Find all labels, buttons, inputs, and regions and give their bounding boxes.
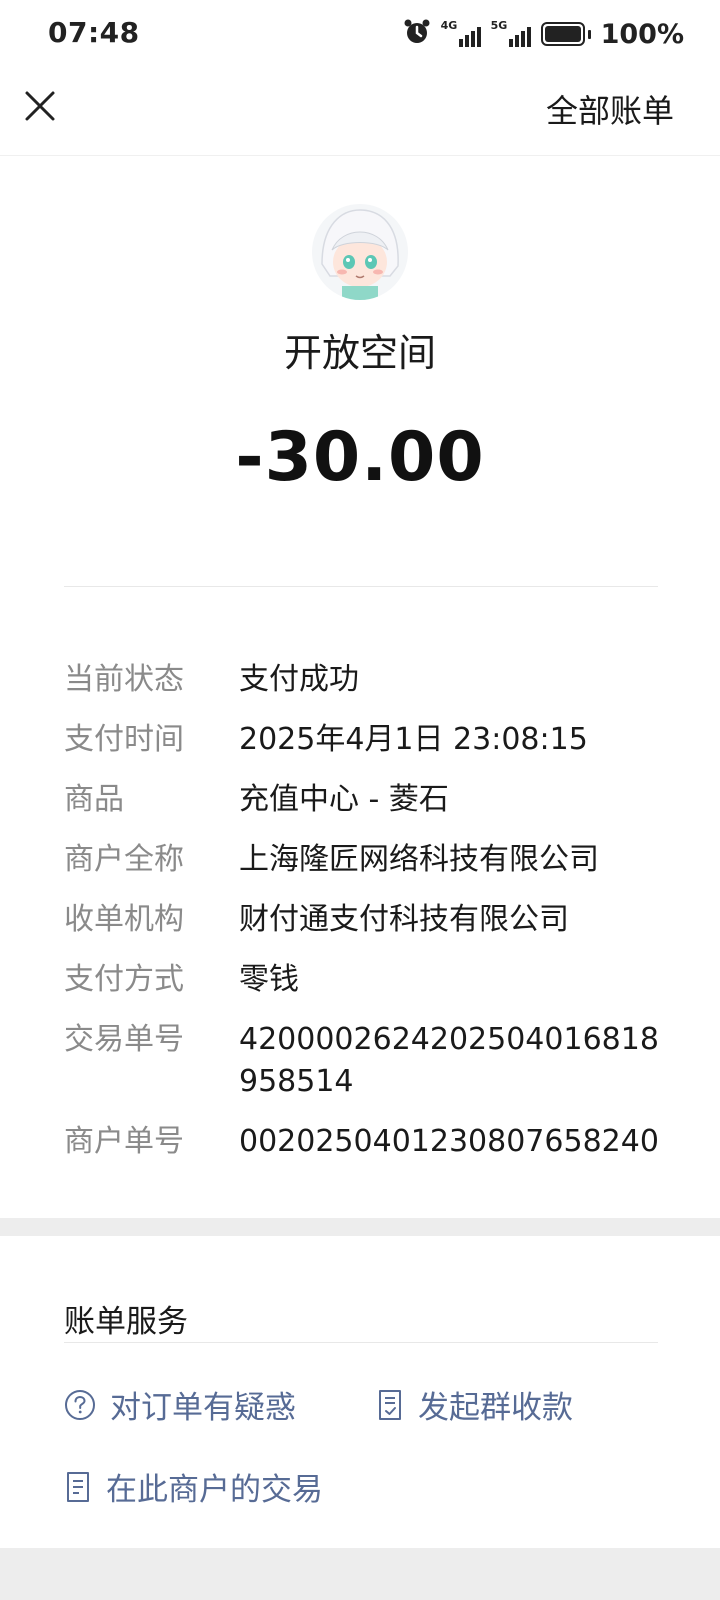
merchant-transactions-label: 在此商户的交易 — [106, 1472, 323, 1508]
question-circle-icon — [65, 1389, 95, 1420]
group-collection-button[interactable]: 发起群收款 — [376, 1382, 573, 1427]
status-time: 07:48 — [48, 16, 140, 49]
question-order-label: 对订单有疑惑 — [110, 1390, 296, 1426]
bill-services-title: 账单服务 — [64, 1304, 188, 1340]
detail-label: 商户单号 — [64, 1124, 184, 1159]
signal-5g-icon: 5G — [491, 19, 531, 49]
top-nav: 全部账单 — [0, 70, 720, 156]
status-bar: 07:48 4G 5G 100% — [0, 0, 720, 70]
detail-label: 当前状态 — [64, 662, 184, 697]
status-icons: 4G 5G 100% — [403, 16, 684, 52]
document-check-icon — [379, 1389, 401, 1420]
bill-detail-page: 07:48 4G 5G 100% 全部账单 开放空间 -30.00 当前状态 支… — [0, 0, 720, 1600]
detail-label: 商品 — [64, 782, 124, 817]
divider — [64, 586, 658, 587]
detail-label: 收单机构 — [64, 902, 184, 937]
detail-row-transaction-id: 交易单号 4200002624202504016818958514 — [64, 1010, 664, 1112]
detail-value: 充值中心 - 菱石 — [239, 782, 449, 817]
all-bills-link[interactable]: 全部账单 — [546, 86, 674, 132]
detail-row-acquirer: 收单机构 财付通支付科技有限公司 — [64, 890, 664, 950]
network-4g-label: 4G — [440, 19, 458, 32]
close-icon[interactable] — [22, 88, 58, 124]
alarm-clock-icon — [403, 18, 431, 50]
detail-row-pay-method: 支付方式 零钱 — [64, 950, 664, 1010]
detail-value: 2025年4月1日 23:08:15 — [239, 722, 588, 757]
detail-value: 支付成功 — [239, 662, 359, 697]
detail-label: 支付方式 — [64, 962, 184, 997]
detail-label: 交易单号 — [64, 1022, 184, 1057]
detail-value: 零钱 — [239, 962, 299, 997]
battery-percent: 100% — [600, 18, 684, 50]
merchant-name: 开放空间 — [283, 331, 436, 375]
detail-row-merchant-order-id: 商户单号 0020250401230807658240 — [64, 1112, 664, 1172]
detail-value: 财付通支付科技有限公司 — [239, 902, 569, 937]
detail-row-status: 当前状态 支付成功 — [64, 650, 664, 710]
detail-value: 上海隆匠网络科技有限公司 — [239, 842, 599, 877]
detail-value[interactable]: 0020250401230807658240 — [239, 1112, 659, 1172]
battery-icon — [540, 22, 591, 46]
detail-row-merchant-full-name: 商户全称 上海隆匠网络科技有限公司 — [64, 830, 664, 890]
merchant-transactions-button[interactable]: 在此商户的交易 — [64, 1464, 323, 1509]
bill-details: 当前状态 支付成功 支付时间 2025年4月1日 23:08:15 商品 充值中… — [64, 650, 664, 1172]
group-collection-label: 发起群收款 — [418, 1390, 573, 1426]
signal-4g-icon: 4G — [441, 19, 481, 49]
divider — [64, 1342, 658, 1343]
document-list-icon — [67, 1471, 89, 1502]
detail-label: 支付时间 — [64, 722, 184, 757]
section-separator — [0, 1218, 720, 1236]
section-separator — [0, 1548, 720, 1600]
payment-amount: -30.00 — [235, 418, 485, 497]
detail-row-product: 商品 充值中心 - 菱石 — [64, 770, 664, 830]
merchant-avatar-icon — [312, 204, 408, 300]
question-order-button[interactable]: 对订单有疑惑 — [64, 1382, 296, 1427]
network-5g-label: 5G — [490, 19, 508, 32]
detail-row-pay-time: 支付时间 2025年4月1日 23:08:15 — [64, 710, 664, 770]
detail-label: 商户全称 — [64, 842, 184, 877]
detail-value[interactable]: 4200002624202504016818958514 — [239, 1010, 659, 1112]
